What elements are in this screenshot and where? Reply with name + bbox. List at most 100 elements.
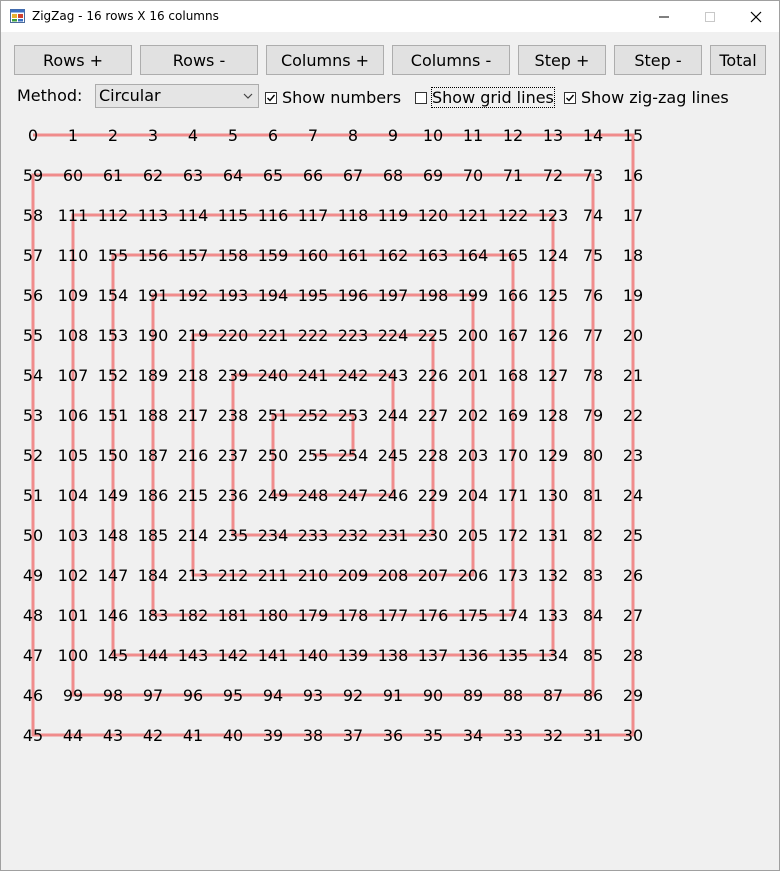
- grid-cell-number: 70: [463, 166, 483, 185]
- grid-cell-number: 196: [338, 286, 369, 305]
- grid-cell-number: 62: [143, 166, 163, 185]
- grid-cell-number: 233: [298, 526, 329, 545]
- grid-cell-number: 89: [463, 686, 483, 705]
- grid-cell-number: 107: [58, 366, 89, 385]
- grid-cell-number: 184: [138, 566, 169, 585]
- grid-cell-number: 214: [178, 526, 209, 545]
- grid-cell-number: 56: [23, 286, 43, 305]
- grid-cell-number: 238: [218, 406, 249, 425]
- grid-cell-number: 155: [98, 246, 129, 265]
- grid-cell-number: 160: [298, 246, 329, 265]
- grid-cell-number: 18: [623, 246, 643, 265]
- grid-cell-number: 73: [583, 166, 603, 185]
- grid-cell-number: 69: [423, 166, 443, 185]
- grid-cell-number: 22: [623, 406, 643, 425]
- grid-cell-number: 15: [623, 126, 643, 145]
- grid-cell-number: 92: [343, 686, 363, 705]
- grid-cell-number: 26: [623, 566, 643, 585]
- grid-cell-number: 177: [378, 606, 409, 625]
- grid-cell-number: 253: [338, 406, 369, 425]
- grid-cell-number: 106: [58, 406, 89, 425]
- grid-cell-number: 176: [418, 606, 449, 625]
- grid-cell-number: 4: [188, 126, 198, 145]
- grid-cell-number: 116: [258, 206, 289, 225]
- grid-cell-number: 142: [218, 646, 249, 665]
- grid-cell-number: 133: [538, 606, 569, 625]
- grid-cell-number: 167: [498, 326, 529, 345]
- grid-cell-number: 90: [423, 686, 443, 705]
- grid-cell-number: 93: [303, 686, 323, 705]
- grid-cell-number: 119: [378, 206, 409, 225]
- grid-cell-number: 0: [28, 126, 38, 145]
- grid-cell-number: 149: [98, 486, 129, 505]
- grid-cell-number: 12: [503, 126, 523, 145]
- grid-cell-number: 123: [538, 206, 569, 225]
- grid-cell-number: 216: [178, 446, 209, 465]
- grid-cell-number: 16: [623, 166, 643, 185]
- grid-cell-number: 204: [458, 486, 489, 505]
- grid-cell-number: 154: [98, 286, 129, 305]
- grid-cell-number: 85: [583, 646, 603, 665]
- grid-cell-number: 125: [538, 286, 569, 305]
- grid-cell-number: 210: [298, 566, 329, 585]
- grid-cell-number: 88: [503, 686, 523, 705]
- grid-cell-number: 83: [583, 566, 603, 585]
- grid-cell-number: 180: [258, 606, 289, 625]
- grid-cell-number: 79: [583, 406, 603, 425]
- grid-cell-number: 6: [268, 126, 278, 145]
- grid-cell-number: 144: [138, 646, 169, 665]
- grid-cell-number: 84: [583, 606, 603, 625]
- grid-cell-number: 170: [498, 446, 529, 465]
- grid-cell-number: 63: [183, 166, 203, 185]
- grid-cell-number: 189: [138, 366, 169, 385]
- grid-cell-number: 179: [298, 606, 329, 625]
- grid-cell-number: 7: [308, 126, 318, 145]
- grid-cell-number: 126: [538, 326, 569, 345]
- grid-cell-number: 145: [98, 646, 129, 665]
- grid-cell-number: 108: [58, 326, 89, 345]
- grid-cell-number: 169: [498, 406, 529, 425]
- grid-cell-number: 165: [498, 246, 529, 265]
- grid-cell-number: 139: [338, 646, 369, 665]
- grid-cell-number: 41: [183, 726, 203, 745]
- grid-cell-number: 132: [538, 566, 569, 585]
- grid-cell-number: 81: [583, 486, 603, 505]
- grid-cell-number: 28: [623, 646, 643, 665]
- grid-cell-number: 76: [583, 286, 603, 305]
- grid-cell-number: 30: [623, 726, 643, 745]
- grid-cell-number: 203: [458, 446, 489, 465]
- grid-cell-number: 61: [103, 166, 123, 185]
- grid-cell-number: 98: [103, 686, 123, 705]
- grid-cell-number: 43: [103, 726, 123, 745]
- grid-cell-number: 223: [338, 326, 369, 345]
- grid-cell-number: 58: [23, 206, 43, 225]
- grid-cell-number: 2: [108, 126, 118, 145]
- grid-cell-number: 129: [538, 446, 569, 465]
- grid-cell-number: 141: [258, 646, 289, 665]
- grid-cell-number: 172: [498, 526, 529, 545]
- grid-cell-number: 66: [303, 166, 323, 185]
- grid-cell-number: 195: [298, 286, 329, 305]
- grid-cell-number: 134: [538, 646, 569, 665]
- grid-cell-number: 94: [263, 686, 283, 705]
- grid-cell-number: 46: [23, 686, 43, 705]
- grid-cell-number: 182: [178, 606, 209, 625]
- grid-cell-number: 173: [498, 566, 529, 585]
- grid-cell-number: 111: [58, 206, 89, 225]
- grid-cell-number: 130: [538, 486, 569, 505]
- grid-cell-number: 91: [383, 686, 403, 705]
- grid-cell-number: 159: [258, 246, 289, 265]
- grid-cell-number: 248: [298, 486, 329, 505]
- grid-cell-number: 21: [623, 366, 643, 385]
- grid-cell-number: 227: [418, 406, 449, 425]
- grid-cell-number: 240: [258, 366, 289, 385]
- grid-cell-number: 168: [498, 366, 529, 385]
- grid-cell-number: 202: [458, 406, 489, 425]
- grid-cell-number: 122: [498, 206, 529, 225]
- grid-cell-number: 192: [178, 286, 209, 305]
- grid-cell-number: 24: [623, 486, 643, 505]
- grid-cell-number: 48: [23, 606, 43, 625]
- grid-cell-number: 152: [98, 366, 129, 385]
- grid-cell-number: 113: [138, 206, 169, 225]
- grid-cell-number: 67: [343, 166, 363, 185]
